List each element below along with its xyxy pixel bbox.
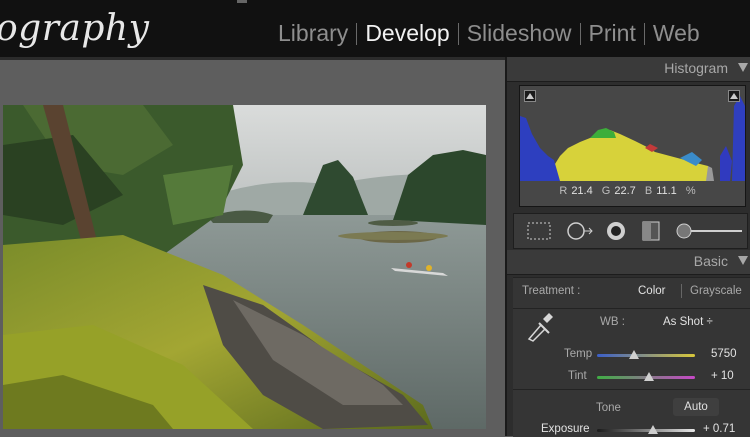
b-value: 11.1 <box>656 185 677 197</box>
module-bar: ography Library Develop Slideshow Print … <box>0 0 750 57</box>
exposure-label: Exposure <box>541 423 590 435</box>
treatment-label: Treatment : <box>522 285 581 297</box>
treatment-separator <box>681 284 682 298</box>
histogram-plot <box>520 96 745 181</box>
percent-unit: % <box>685 185 696 197</box>
tone-section: Tone Auto Exposure + 0.71 <box>513 389 750 437</box>
tool-strip <box>513 213 748 249</box>
exposure-value[interactable]: + 0.71 <box>703 423 735 435</box>
histogram-header[interactable]: Histogram <box>507 57 750 82</box>
r-value: 21.4 <box>571 185 593 197</box>
tint-label: Tint <box>568 370 587 382</box>
graduated-filter-icon[interactable] <box>640 221 662 241</box>
temp-value[interactable]: 5750 <box>711 348 737 360</box>
wb-dropdown[interactable]: As Shot ÷ <box>663 316 713 328</box>
module-develop[interactable]: Develop <box>357 20 457 47</box>
temp-slider-thumb[interactable] <box>629 350 640 359</box>
exposure-slider-thumb[interactable] <box>647 425 658 434</box>
collapse-triangle-icon[interactable] <box>738 63 748 72</box>
module-slideshow[interactable]: Slideshow <box>459 20 580 47</box>
adjustment-brush-icon[interactable] <box>674 221 744 241</box>
image-canvas <box>0 60 505 436</box>
auto-tone-button[interactable]: Auto <box>673 398 719 416</box>
crop-overlay-icon[interactable] <box>526 221 552 241</box>
module-web[interactable]: Web <box>645 20 708 47</box>
g-value: 22.7 <box>614 185 636 197</box>
histogram-title: Histogram <box>664 60 728 76</box>
collapse-triangle-icon[interactable] <box>738 256 748 265</box>
module-library[interactable]: Library <box>270 20 356 47</box>
red-eye-icon[interactable] <box>604 221 628 241</box>
exposure-slider[interactable] <box>597 429 695 432</box>
basic-title: Basic <box>693 253 728 269</box>
white-balance-section: WB : As Shot ÷ Temp 5750 Tint + 10 <box>513 308 750 389</box>
module-picker: Library Develop Slideshow Print Web <box>270 20 708 47</box>
highlight-clipping-icon[interactable] <box>728 90 740 102</box>
histogram-readout: R 21.4 G 22.7 B 11.1 % <box>507 185 750 197</box>
tint-slider-thumb[interactable] <box>643 372 654 381</box>
tint-value[interactable]: + 10 <box>711 370 734 382</box>
wb-label: WB : <box>600 316 625 328</box>
landscape-photo <box>3 105 486 429</box>
basic-header[interactable]: Basic <box>507 250 750 275</box>
treatment-grayscale-option[interactable]: Grayscale <box>690 285 742 297</box>
top-edge-mark <box>237 0 247 3</box>
tone-label: Tone <box>596 402 621 414</box>
treatment-row: Treatment : Color Grayscale <box>513 277 750 308</box>
identity-plate: ography <box>0 8 150 49</box>
module-print[interactable]: Print <box>581 20 644 47</box>
spot-removal-icon[interactable] <box>564 221 594 241</box>
treatment-color-option[interactable]: Color <box>638 285 665 297</box>
temp-label: Temp <box>564 348 593 360</box>
b-label: B <box>644 185 653 197</box>
photo-preview[interactable] <box>3 105 486 429</box>
r-label: R <box>559 185 568 197</box>
right-panel: Histogram R 21.4 G 22.7 B 11.1 % Basic T… <box>505 57 750 437</box>
temp-slider[interactable] <box>597 354 695 357</box>
wb-eyedropper-icon[interactable] <box>521 309 555 343</box>
g-label: G <box>601 185 611 197</box>
shadow-clipping-icon[interactable] <box>524 90 536 102</box>
